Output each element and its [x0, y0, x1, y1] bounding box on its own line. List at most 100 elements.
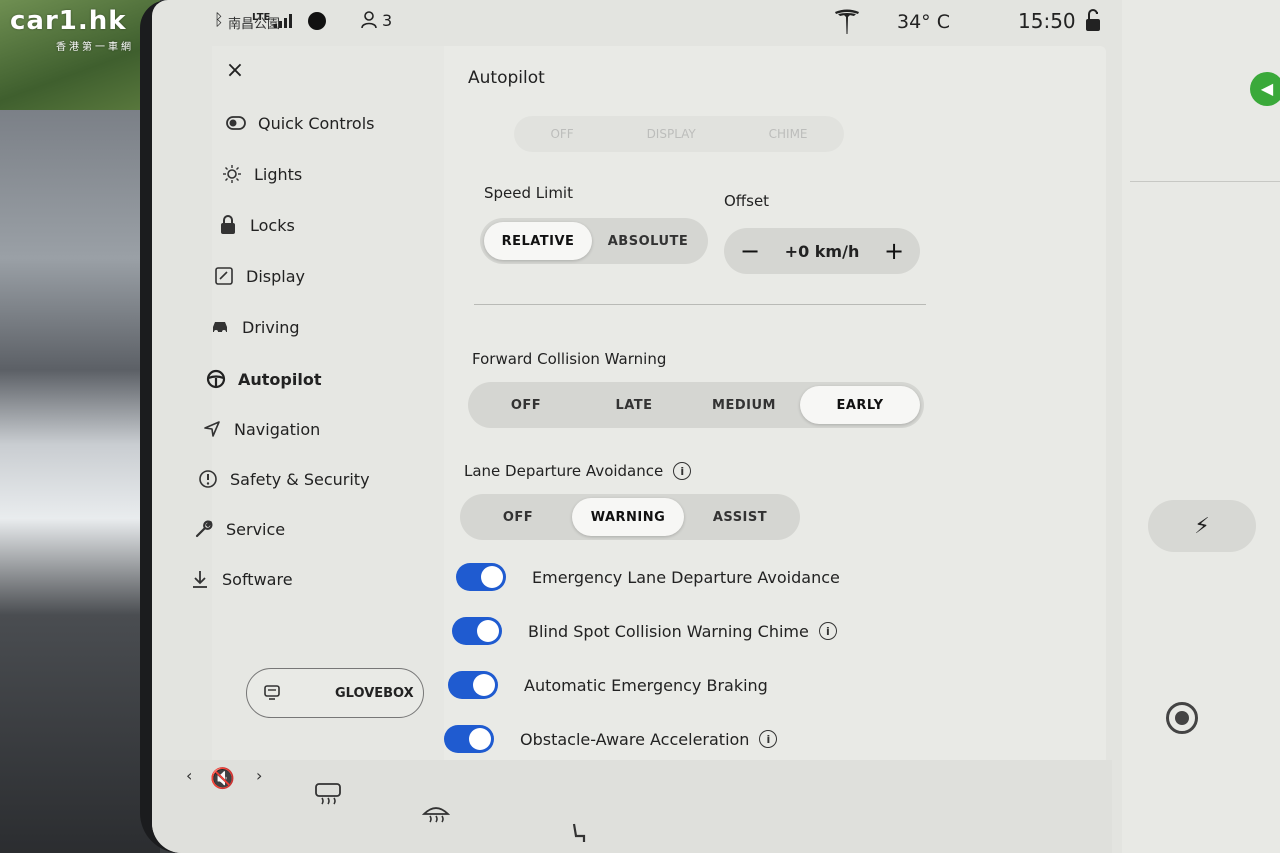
lightning-icon: ⚡: [1194, 513, 1210, 539]
close-button[interactable]: ×: [224, 60, 246, 82]
rear-defrost-icon[interactable]: [314, 782, 342, 811]
toggle-label-text: Automatic Emergency Braking: [524, 675, 768, 695]
navigate-arrow-icon[interactable]: ◀: [1250, 72, 1280, 106]
sidebar-item-label: Locks: [250, 215, 295, 235]
sidebar-item-locks[interactable]: Locks: [218, 208, 428, 242]
offset-label: Offset: [724, 192, 770, 210]
navigation-arrow-icon: [202, 419, 222, 439]
sidebar-item-label: Quick Controls: [258, 113, 375, 133]
sidebar-item-software[interactable]: Software: [190, 562, 400, 596]
lda-assist[interactable]: ASSIST: [684, 498, 796, 536]
lda-label-row: Lane Departure Avoidance i: [464, 462, 692, 480]
glovebox-icon: [263, 684, 281, 702]
chevron-left-icon[interactable]: ‹: [186, 766, 192, 785]
display-icon: [214, 266, 234, 286]
wrench-icon: [194, 519, 214, 539]
side-divider: [1130, 181, 1280, 182]
speed-limit-absolute[interactable]: ABSOLUTE: [592, 222, 704, 260]
background-dashboard: [0, 110, 160, 853]
emergency-lda-toggle[interactable]: [456, 563, 506, 591]
toggle-label: Blind Spot Collision Warning Chime i: [528, 622, 837, 641]
segment-option[interactable]: DISPLAY: [647, 127, 696, 141]
toggle-label-text: Blind Spot Collision Warning Chime: [528, 621, 809, 641]
bottom-bar: ‹ 🔇 ›: [152, 760, 1112, 853]
aeb-toggle[interactable]: [448, 671, 498, 699]
toggle-row-obstacle-aware: Obstacle-Aware Acceleration i: [444, 722, 1044, 756]
sidebar-item-label: Driving: [242, 317, 300, 337]
fcw-label: Forward Collision Warning: [472, 350, 667, 368]
lda-selector: OFF WARNING ASSIST: [460, 494, 800, 540]
lda-off[interactable]: OFF: [464, 498, 572, 536]
lda-label: Lane Departure Avoidance: [464, 462, 664, 480]
toggle-label: Emergency Lane Departure Avoidance: [532, 568, 840, 587]
download-icon: [190, 569, 210, 589]
charging-button[interactable]: ⚡: [1148, 500, 1256, 552]
sidebar-item-autopilot[interactable]: Autopilot: [206, 362, 416, 396]
speed-limit-label: Speed Limit: [484, 184, 573, 202]
speed-warning-selector[interactable]: OFF DISPLAY CHIME: [514, 116, 844, 152]
unlocked-icon[interactable]: [1082, 8, 1104, 32]
sidebar-item-label: Display: [246, 266, 305, 286]
toggle-label: Obstacle-Aware Acceleration i: [520, 729, 778, 749]
settings-panel: × Quick Controls Lights Locks Display Dr…: [193, 46, 1106, 846]
autopilot-settings: Autopilot OFF DISPLAY CHIME Speed Limit …: [444, 46, 1106, 846]
blind-spot-chime-toggle[interactable]: [452, 617, 502, 645]
volume-mute-icon[interactable]: 🔇: [210, 766, 235, 790]
sidebar-item-service[interactable]: Service: [194, 512, 404, 546]
sidebar-item-driving[interactable]: Driving: [210, 310, 420, 344]
offset-increase-button[interactable]: +: [882, 239, 906, 263]
speed-limit-relative[interactable]: RELATIVE: [484, 222, 592, 260]
recenter-icon[interactable]: [1166, 702, 1198, 734]
offset-decrease-button[interactable]: −: [738, 239, 762, 263]
map-side-panel: ◀ ⚡: [1122, 0, 1280, 853]
info-icon[interactable]: i: [673, 462, 692, 480]
steering-wheel-icon: [206, 369, 226, 389]
glovebox-button[interactable]: GLOVEBOX: [246, 668, 424, 718]
sidebar-item-label: Service: [226, 519, 286, 539]
clock: 15:50: [1018, 9, 1076, 33]
user-icon[interactable]: [360, 11, 378, 33]
tesla-logo-icon[interactable]: [832, 6, 862, 36]
outside-temperature: 34° C: [897, 11, 950, 33]
page-title: Autopilot: [468, 68, 545, 88]
signal-bars-icon: [274, 14, 292, 28]
alert-circle-icon: [198, 469, 218, 489]
info-icon[interactable]: i: [818, 622, 837, 640]
front-defrost-icon[interactable]: [421, 802, 451, 831]
offset-stepper: − +0 km/h +: [724, 228, 920, 274]
sidebar-item-label: Autopilot: [238, 369, 322, 389]
segment-option[interactable]: OFF: [550, 127, 573, 141]
sidebar-item-label: Software: [222, 569, 293, 589]
toggle-label-text: Emergency Lane Departure Avoidance: [532, 567, 840, 587]
obstacle-aware-toggle[interactable]: [444, 725, 494, 753]
fcw-off[interactable]: OFF: [472, 386, 580, 424]
fcw-medium[interactable]: MEDIUM: [688, 386, 800, 424]
segment-option[interactable]: CHIME: [769, 127, 808, 141]
sidebar-item-label: Navigation: [234, 419, 321, 439]
sidebar-item-navigation[interactable]: Navigation: [202, 412, 412, 446]
glovebox-label: GLOVEBOX: [335, 685, 414, 701]
speed-limit-selector: RELATIVE ABSOLUTE: [480, 218, 708, 264]
sidebar-item-quick-controls[interactable]: Quick Controls: [226, 106, 436, 140]
watermark-subtitle: 香港第一車網: [56, 42, 134, 53]
toggle-label: Automatic Emergency Braking: [524, 676, 768, 695]
lda-warning[interactable]: WARNING: [572, 498, 684, 536]
network-type: LTE: [252, 12, 271, 23]
watermark-logo: car1.hk: [10, 6, 127, 36]
touchscreen: ᛒ 南昌公園 LTE 3 34° C 15:50 × Quick Control…: [152, 0, 1280, 853]
sidebar-item-lights[interactable]: Lights: [222, 157, 432, 191]
offset-value: +0 km/h: [784, 241, 860, 261]
toggle-row-blind-spot-chime: Blind Spot Collision Warning Chime i: [452, 614, 1052, 648]
chevron-right-icon[interactable]: ›: [256, 766, 262, 785]
info-icon[interactable]: i: [759, 730, 778, 748]
toggle-label-text: Obstacle-Aware Acceleration: [520, 729, 750, 749]
fcw-late[interactable]: LATE: [580, 386, 688, 424]
bluetooth-icon: ᛒ: [214, 10, 224, 29]
seat-heater-icon[interactable]: [568, 822, 588, 851]
sidebar-item-safety-security[interactable]: Safety & Security: [198, 462, 408, 496]
status-bar: ᛒ 南昌公園 LTE 3 34° C 15:50: [152, 0, 1132, 42]
fcw-early[interactable]: EARLY: [800, 386, 920, 424]
toggle-row-aeb: Automatic Emergency Braking: [448, 668, 1048, 702]
section-divider: [474, 304, 926, 305]
sidebar-item-display[interactable]: Display: [214, 259, 424, 293]
